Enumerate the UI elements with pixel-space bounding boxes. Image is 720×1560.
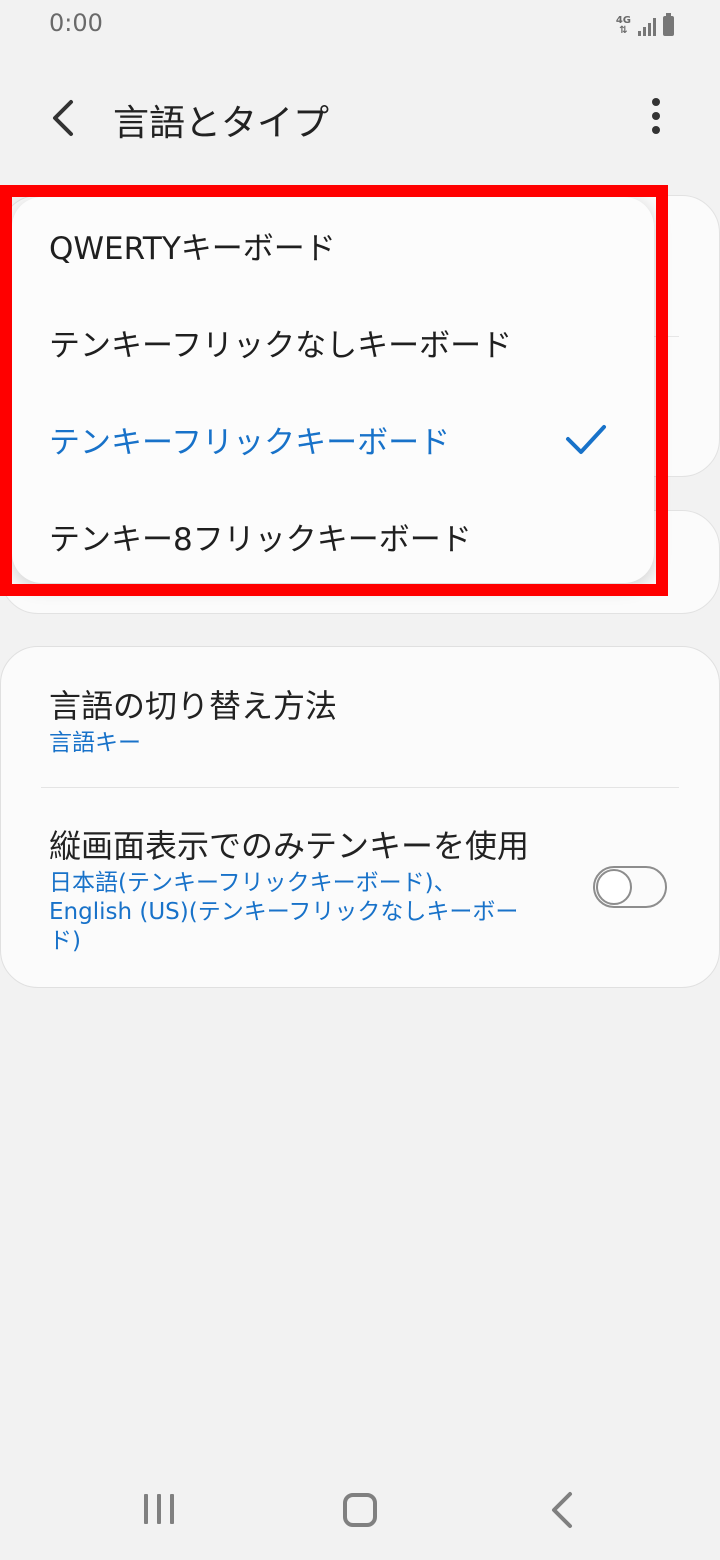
recents-button[interactable]	[136, 1490, 182, 1530]
summary-line: 日本語(テンキーフリックキーボード)、	[49, 870, 457, 896]
settings-card: 言語の切り替え方法 言語キー 縦画面表示でのみテンキーを使用 日本語(テンキーフ…	[0, 646, 720, 988]
summary-line: ド)	[49, 928, 81, 954]
setting-summary: 日本語(テンキーフリックキーボード)、 English (US)(テンキーフリッ…	[49, 869, 569, 956]
menu-option-label: テンキー8フリックキーボード	[49, 522, 472, 558]
more-options-button[interactable]	[632, 92, 680, 140]
row-divider	[41, 787, 679, 788]
portrait-tenkey-toggle[interactable]	[593, 866, 667, 908]
menu-option-label: テンキーフリックキーボード	[49, 425, 451, 461]
app-bar: 言語とタイプ	[0, 70, 720, 160]
more-vert-icon-dot	[652, 112, 660, 120]
data-arrows: ⇅	[619, 25, 628, 36]
chevron-left-icon	[53, 100, 73, 136]
back-button[interactable]	[34, 90, 90, 146]
signal-icon	[638, 18, 656, 36]
check-icon	[566, 425, 606, 454]
menu-option-label: テンキーフリックなしキーボード	[49, 328, 513, 364]
status-time: 0:00	[49, 9, 103, 37]
more-vert-icon-dot	[652, 98, 660, 106]
home-button[interactable]	[343, 1493, 377, 1527]
menu-option-tenkey-8flick[interactable]: テンキー8フリックキーボード	[12, 488, 654, 584]
4g-icon: 4G ⇅	[616, 16, 631, 36]
keyboard-type-menu: QWERTYキーボード テンキーフリックなしキーボード テンキーフリックキーボー…	[12, 197, 654, 583]
recents-icon-bar	[144, 1494, 148, 1524]
setting-value: 言語キー	[49, 730, 141, 756]
summary-line: English (US)(テンキーフリックなしキーボー	[49, 899, 519, 925]
more-vert-icon-dot	[652, 126, 660, 134]
toggle-knob	[596, 869, 632, 905]
menu-option-tenkey-no-flick[interactable]: テンキーフリックなしキーボード	[12, 294, 654, 390]
menu-option-qwerty[interactable]: QWERTYキーボード	[12, 197, 654, 293]
back-icon[interactable]	[544, 1488, 580, 1532]
recents-icon-bar	[170, 1494, 174, 1524]
setting-title: 縦画面表示でのみテンキーを使用	[49, 827, 530, 865]
setting-title: 言語の切り替え方法	[49, 687, 338, 725]
battery-icon	[663, 13, 674, 36]
recents-icon-bar	[157, 1494, 161, 1524]
status-icons: 4G ⇅	[616, 13, 674, 36]
page-title: 言語とタイプ	[113, 103, 330, 144]
menu-option-label: QWERTYキーボード	[49, 231, 336, 267]
menu-option-tenkey-flick[interactable]: テンキーフリックキーボード	[12, 391, 654, 487]
status-bar: 0:00 4G ⇅	[0, 0, 720, 50]
navigation-bar	[0, 1460, 720, 1560]
